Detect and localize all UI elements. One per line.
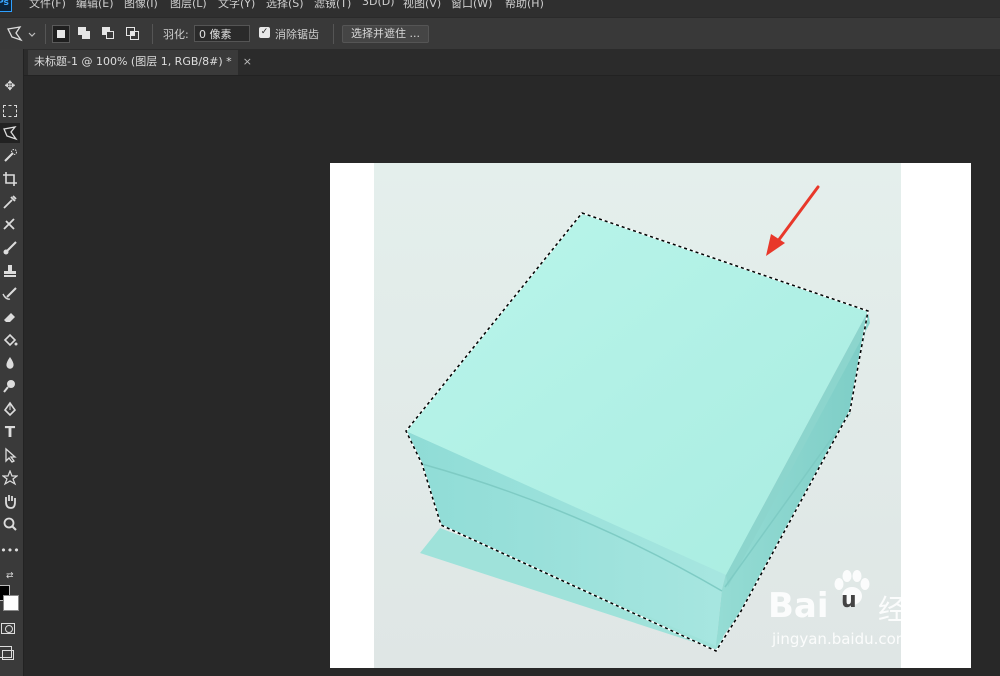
healing-brush-icon[interactable]	[0, 215, 20, 235]
menu-select[interactable]: 选择(S)	[266, 0, 304, 11]
feather-input[interactable]: 0 像素	[194, 25, 250, 42]
marquee-icon[interactable]	[0, 100, 20, 120]
antialias-checkbox[interactable]: ✓	[259, 27, 270, 38]
pen-icon[interactable]	[0, 399, 20, 419]
swap-colors-icon[interactable]: ⇄	[6, 571, 18, 581]
polygonal-lasso-icon	[7, 26, 23, 42]
watermark-url: jingyan.baidu.com	[772, 630, 911, 648]
chevron-down-icon	[28, 32, 36, 37]
crop-icon[interactable]	[0, 169, 20, 189]
hand-icon[interactable]	[0, 491, 20, 511]
menu-bar: Ps 文件(F) 编辑(E) 图像(I) 图层(L) 文字(Y) 选择(S) 滤…	[0, 0, 1000, 17]
feather-label: 羽化:	[163, 28, 189, 41]
quick-mask-icon[interactable]	[1, 623, 15, 634]
subtract-from-selection-button[interactable]	[100, 25, 118, 43]
options-bar: 羽化: 0 像素 ✓ 消除锯齿 选择并遮住 ...	[0, 17, 1000, 50]
divider	[45, 24, 46, 44]
document-tab-title: 未标题-1 @ 100% (图层 1, RGB/8#) *	[34, 55, 232, 68]
new-selection-button[interactable]	[52, 25, 70, 43]
document-tab[interactable]: 未标题-1 @ 100% (图层 1, RGB/8#) * ×	[28, 50, 252, 75]
paint-bucket-icon[interactable]	[0, 330, 20, 350]
blur-icon[interactable]	[0, 353, 20, 373]
add-to-selection-button[interactable]	[76, 25, 94, 43]
screen-mode-icon[interactable]	[0, 646, 14, 660]
antialias-label: 消除锯齿	[275, 28, 319, 41]
move-icon[interactable]: ✥	[0, 77, 20, 97]
eyedropper-icon[interactable]	[0, 192, 20, 212]
tool-preset-picker[interactable]	[6, 25, 40, 43]
baidu-watermark: Bai u 经验 jingyan.baidu.com	[768, 568, 971, 668]
shape-icon[interactable]	[0, 468, 20, 488]
type-icon[interactable]: T	[0, 422, 20, 442]
app-logo: Ps	[0, 0, 12, 12]
watermark-brand-suffix: u	[841, 588, 857, 613]
more-tools-icon[interactable]: •••	[0, 545, 20, 565]
menu-3d[interactable]: 3D(D)	[362, 0, 395, 8]
menu-file[interactable]: 文件(F)	[29, 0, 66, 11]
watermark-cn: 经验	[878, 593, 935, 626]
divider	[333, 24, 334, 44]
eraser-icon[interactable]	[0, 307, 20, 327]
watermark-brand: Bai	[768, 586, 829, 626]
select-and-mask-button[interactable]: 选择并遮住 ...	[342, 25, 429, 43]
close-icon[interactable]: ×	[243, 50, 252, 74]
quick-select-icon[interactable]	[0, 146, 20, 166]
brush-icon[interactable]	[0, 238, 20, 258]
menu-type[interactable]: 文字(Y)	[218, 0, 255, 11]
divider	[152, 24, 153, 44]
menu-window[interactable]: 窗口(W)	[451, 0, 492, 11]
intersect-selection-button[interactable]	[124, 25, 142, 43]
document-tab-bar: 未标题-1 @ 100% (图层 1, RGB/8#) * ×	[24, 49, 1000, 76]
document-canvas[interactable]: Bai u 经验 jingyan.baidu.com	[330, 163, 971, 668]
history-brush-icon[interactable]	[0, 284, 20, 304]
menu-help[interactable]: 帮助(H)	[505, 0, 544, 11]
zoom-icon[interactable]	[0, 514, 20, 534]
menu-edit[interactable]: 编辑(E)	[76, 0, 114, 11]
clone-stamp-icon[interactable]	[0, 261, 20, 281]
tools-panel: ✥ T ••• ⇄	[0, 49, 24, 676]
path-select-icon[interactable]	[0, 445, 20, 465]
menu-filter[interactable]: 滤镜(T)	[314, 0, 351, 11]
menu-view[interactable]: 视图(V)	[403, 0, 441, 11]
menu-layer[interactable]: 图层(L)	[170, 0, 207, 11]
background-color-swatch[interactable]	[3, 595, 19, 611]
dodge-icon[interactable]	[0, 376, 20, 396]
menu-image[interactable]: 图像(I)	[124, 0, 158, 11]
polygonal-lasso-icon[interactable]	[0, 123, 20, 143]
